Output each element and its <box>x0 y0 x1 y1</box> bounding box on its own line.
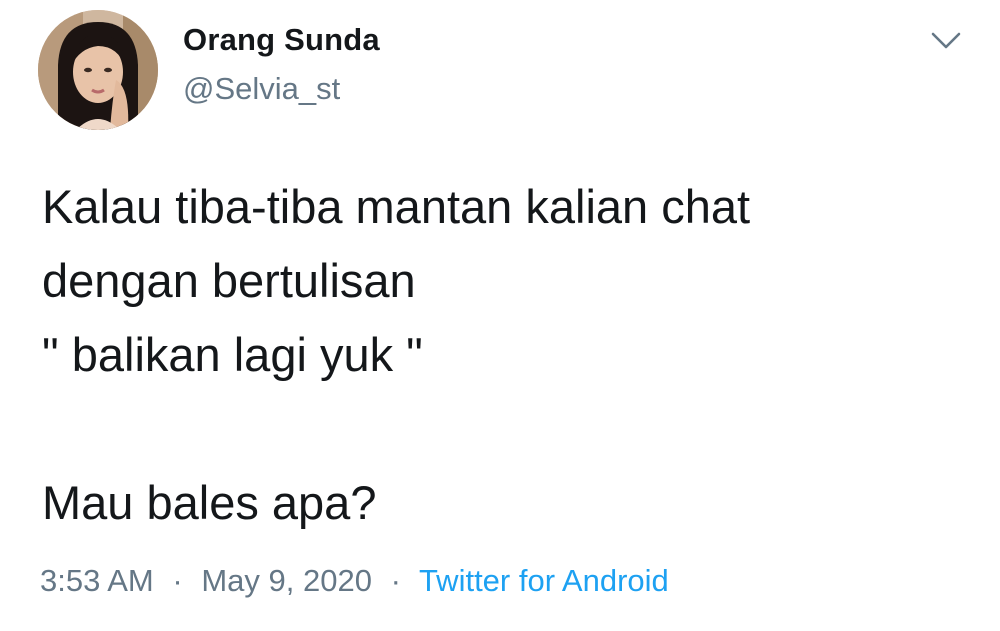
tweet-line: dengan bertulisan <box>42 254 416 307</box>
tweet-date[interactable]: May 9, 2020 <box>201 563 372 598</box>
meta-separator: · <box>390 563 401 598</box>
tweet-line: Kalau tiba-tiba mantan kalian chat <box>42 180 751 233</box>
tweet-text: Kalau tiba-tiba mantan kalian chat denga… <box>42 170 972 540</box>
meta-separator: · <box>172 563 183 598</box>
avatar[interactable] <box>38 10 158 130</box>
display-name[interactable]: Orang Sunda <box>183 22 380 58</box>
user-handle[interactable]: @Selvia_st <box>183 71 340 107</box>
tweet-line: Mau bales apa? <box>42 476 377 529</box>
tweet-line: " balikan lagi yuk " <box>42 328 423 381</box>
tweet-card: Orang Sunda @Selvia_st Kalau tiba-tiba m… <box>0 0 1000 631</box>
chevron-down-icon[interactable] <box>930 30 962 52</box>
tweet-meta: 3:53 AM · May 9, 2020 · Twitter for Andr… <box>40 563 669 599</box>
tweet-time[interactable]: 3:53 AM <box>40 563 154 598</box>
tweet-source-link[interactable]: Twitter for Android <box>419 563 669 598</box>
